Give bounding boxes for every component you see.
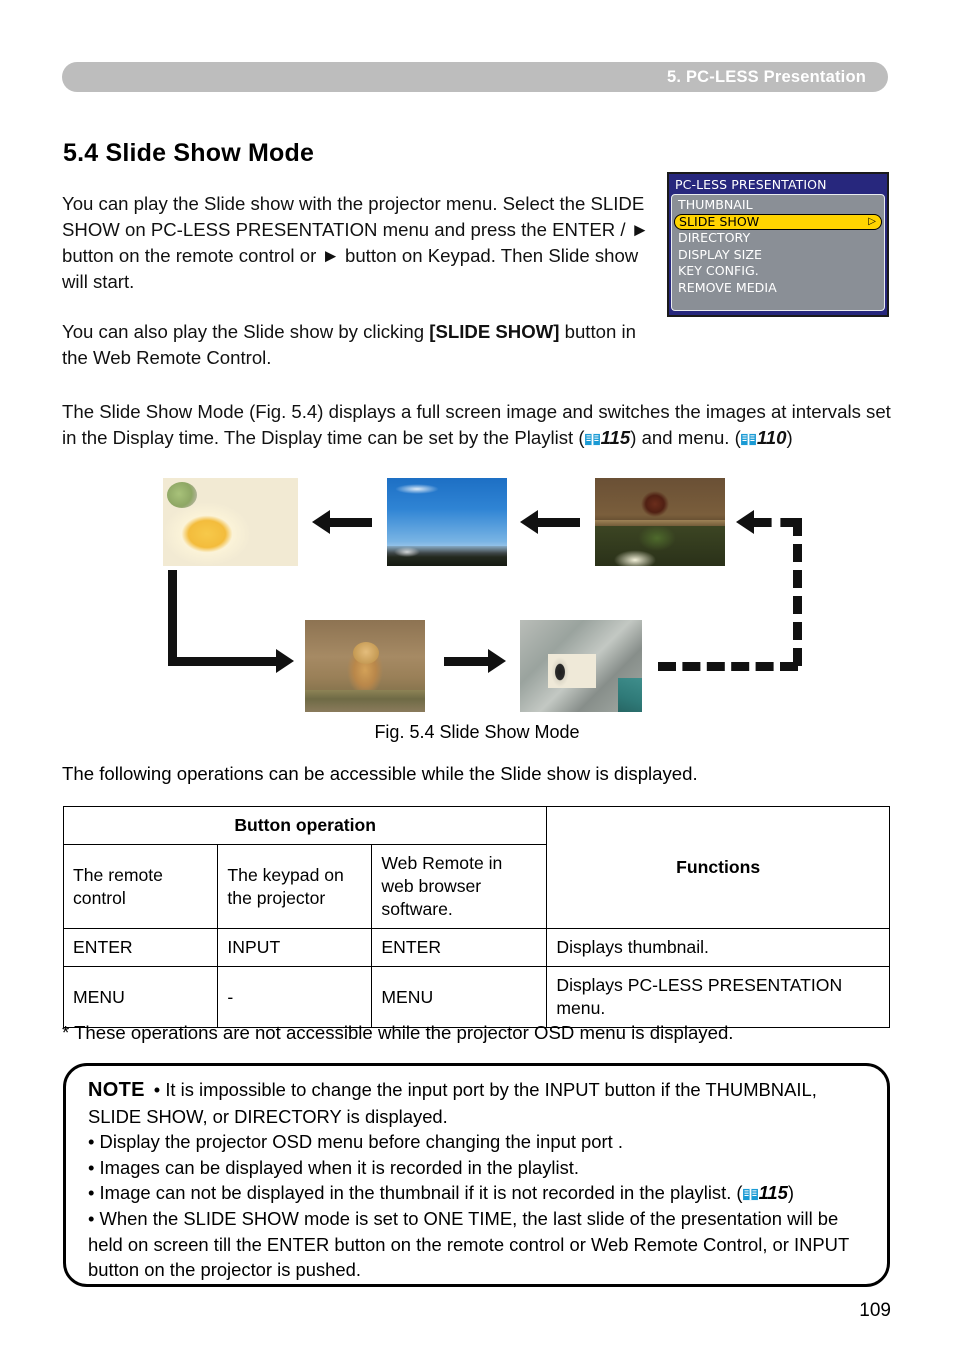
return-path-dashed-bottom (658, 662, 798, 671)
osd-item-key-config[interactable]: KEY CONFIG. (675, 263, 881, 280)
p2-text-before: You can also play the Slide show by clic… (62, 320, 430, 342)
note-box: NOTE • It is impossible to change the inp… (63, 1063, 890, 1287)
note-label: NOTE (88, 1079, 145, 1101)
row-1-remote: ENTER (62, 928, 219, 967)
asterisk-footnote: * These operations are not accessible wh… (62, 1022, 734, 1043)
page-reference-110: 110 (740, 426, 787, 448)
arrow-food-to-lion-head (276, 649, 294, 673)
row-1-function: Displays thumbnail. (546, 928, 890, 967)
arrow-panda-to-sky-shaft (538, 518, 580, 527)
row-1-web: ENTER (371, 928, 548, 967)
table-header-remote-control: The remote control (62, 844, 219, 929)
row-1-keypad: INPUT (217, 928, 373, 967)
slide-show-button-label: [SLIDE SHOW] (429, 320, 560, 342)
page-reference-115-number: 115 (600, 426, 631, 448)
osd-item-remove-media[interactable]: REMOVE MEDIA (675, 280, 881, 297)
chevron-right-icon: ▷ (868, 215, 876, 227)
note-line-1-text: • It is impossible to change the input p… (88, 1079, 817, 1127)
note-line-2: • Display the projector OSD menu before … (88, 1131, 623, 1153)
blue-sky-mountains-photo (387, 478, 507, 566)
page-reference-115: 115 (584, 426, 631, 448)
p3-text-b: ) and menu. ( (630, 426, 741, 448)
slide-show-mode-paragraph: The Slide Show Mode (Fig. 5.4) displays … (62, 399, 892, 452)
return-path-dashed-top (754, 518, 798, 527)
note-line-4: • Image can not be displayed in the thum… (88, 1180, 869, 1206)
table-header-keypad: The keypad on the projector (217, 844, 373, 929)
slide-show-cycle-figure (150, 470, 810, 720)
osd-item-directory[interactable]: DIRECTORY (675, 230, 881, 247)
chapter-title: 5. PC-LESS Presentation (667, 67, 866, 86)
row-2-web: MENU (371, 966, 548, 1028)
book-icon (742, 1189, 758, 1201)
lion-photo (305, 620, 425, 712)
return-path-dashed-right (793, 518, 802, 666)
table-header-functions: Functions (546, 806, 890, 929)
table-row: ENTER INPUT ENTER Displays thumbnail. (62, 928, 890, 967)
page-title: 5.4 Slide Show Mode (63, 138, 315, 167)
page-number: 109 (859, 1300, 891, 1321)
osd-item-thumbnail[interactable]: THUMBNAIL (675, 197, 881, 214)
table-header-button-operation: Button operation (62, 806, 548, 845)
osd-item-slide-show[interactable]: SLIDE SHOW ▷ (674, 213, 882, 231)
arrow-lion-to-penguins-head (488, 649, 506, 673)
note-line-1: NOTE • It is impossible to change the inp… (88, 1077, 869, 1129)
table-header-row-1: Button operation Functions (62, 806, 890, 929)
table-header-web-remote: Web Remote in web browser software. (371, 844, 548, 929)
row-2-keypad: - (217, 966, 373, 1028)
book-icon (740, 433, 756, 445)
table-row: MENU - MENU Displays PC-LESS PRESENTATIO… (62, 966, 890, 1028)
arrow-food-to-lion-vertical (168, 570, 177, 666)
osd-item-display-size[interactable]: DISPLAY SIZE (675, 247, 881, 264)
note-line-4-text-b: ) (787, 1182, 795, 1204)
figure-caption: Fig. 5.4 Slide Show Mode (374, 722, 580, 742)
food-plates-photo (163, 478, 298, 566)
penguins-photo (520, 620, 642, 712)
osd-item-slide-show-label: SLIDE SHOW (679, 213, 760, 229)
intro-paragraph: You can play the Slide show with the pro… (62, 192, 650, 293)
arrow-sky-to-food-head (312, 510, 330, 534)
arrow-panda-to-sky-head (520, 510, 538, 534)
return-path-arrow-head (736, 510, 754, 534)
osd-menu-list: THUMBNAIL SLIDE SHOW ▷ DIRECTORY DISPLAY … (671, 194, 885, 311)
book-icon (584, 433, 600, 445)
page-running-header: 5. PC-LESS Presentation (62, 62, 888, 92)
osd-menu-screenshot: PC-LESS PRESENTATION THUMBNAIL SLIDE SHO… (667, 172, 889, 317)
web-remote-paragraph: You can also play the Slide show by clic… (62, 319, 642, 372)
note-page-reference-115-number: 115 (758, 1182, 788, 1204)
arrow-sky-to-food-shaft (330, 518, 372, 527)
osd-menu-title: PC-LESS PRESENTATION (671, 176, 885, 194)
table-lead-in-text: The following operations can be accessib… (62, 763, 698, 784)
note-line-4-text-a: • Image can not be displayed in the thum… (88, 1182, 743, 1204)
arrow-lion-to-penguins-shaft (444, 657, 490, 666)
arrow-food-to-lion-horizontal (168, 657, 278, 666)
note-line-3: • Images can be displayed when it is rec… (88, 1156, 579, 1178)
note-page-reference-115: 115 (742, 1182, 788, 1204)
row-2-remote: MENU (62, 966, 219, 1028)
button-operations-table: Button operation Functions The remote co… (62, 806, 890, 1028)
p3-text-c: ) (786, 426, 793, 448)
page-reference-110-number: 110 (756, 426, 787, 448)
row-2-function: Displays PC-LESS PRESENTATION menu. (546, 966, 890, 1028)
note-line-5: • When the SLIDE SHOW mode is set to ONE… (88, 1207, 849, 1281)
red-panda-photo (595, 478, 725, 566)
